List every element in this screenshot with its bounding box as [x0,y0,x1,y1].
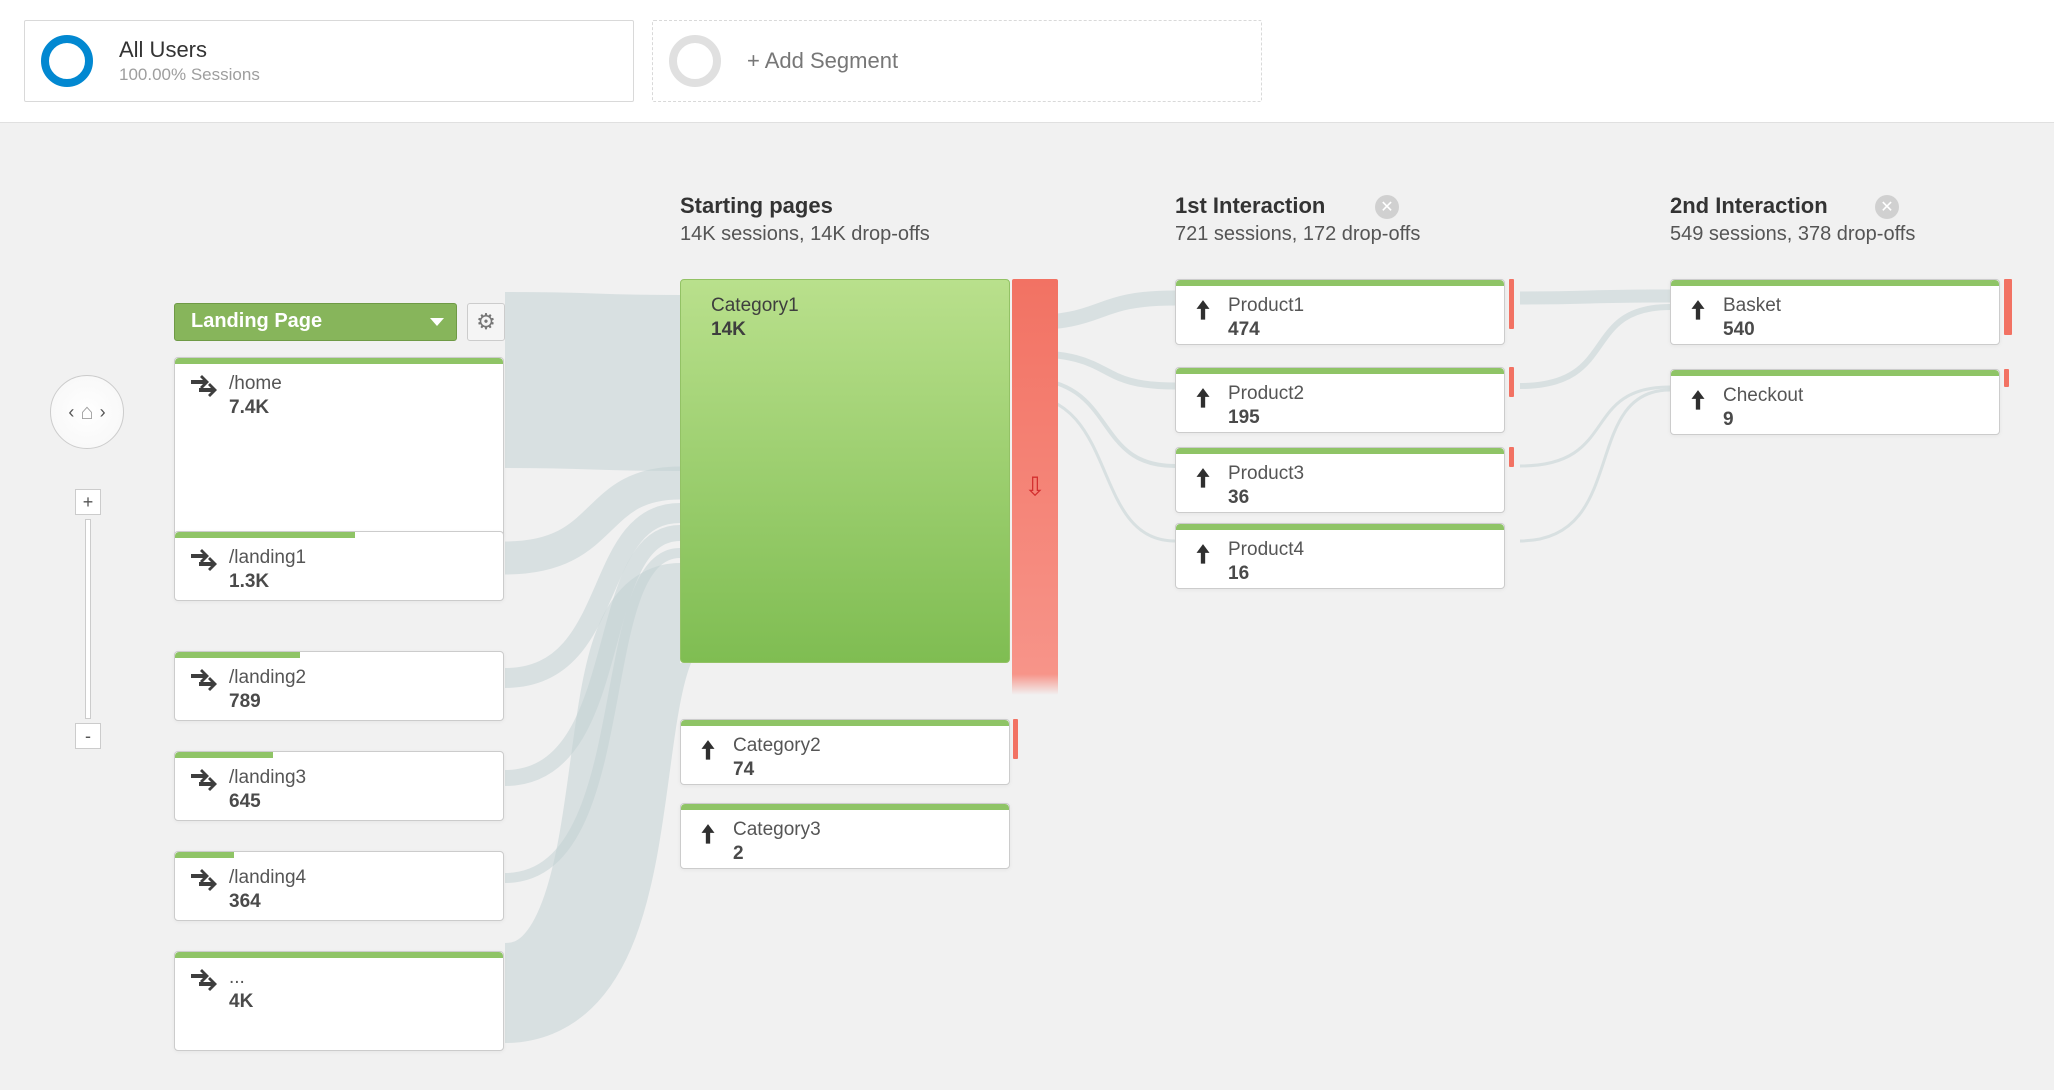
landing-node-home[interactable]: /home 7.4K [174,357,504,537]
node-label: Category3 [733,820,821,841]
start-node[interactable]: Category32 [680,803,1010,869]
dropoff-bar: ⇩ [1012,279,1058,695]
int1-node[interactable]: Product2195 [1175,367,1505,433]
zoom-slider[interactable]: + - [75,489,101,749]
column-header-int2: 2nd Interaction 549 sessions, 378 drop-o… [1670,193,1915,246]
node-value: 74 [733,759,821,781]
merge-icon [1685,386,1711,431]
merge-icon [1685,296,1711,341]
remove-column-button[interactable]: ✕ [1875,195,1899,219]
node-value: 364 [229,891,306,913]
add-segment-label: + Add Segment [747,48,898,74]
gear-icon: ⚙ [476,309,496,335]
node-value: 195 [1228,407,1304,429]
node-value: 2 [733,843,821,865]
merge-icon [695,820,721,865]
enter-icon [189,374,217,419]
int1-node[interactable]: Product1474 [1175,279,1505,345]
zoom-in-button[interactable]: + [75,489,101,515]
merge-icon [695,736,721,781]
enter-icon [189,548,217,593]
node-value: 1.3K [229,571,306,593]
merge-icon [1190,464,1216,509]
chevron-down-icon [430,318,444,326]
segment-title: All Users [119,37,260,63]
dropoff-arrow-icon: ⇩ [1024,472,1046,503]
segment-ring-icon [669,35,721,87]
merge-icon [1190,384,1216,429]
merge-icon [1190,540,1216,585]
node-label: Product2 [1228,384,1304,405]
node-value: 540 [1723,319,1781,341]
flow-canvas[interactable]: ‹ ⌂ › + - Landing Page ⚙ Starting pages … [0,122,2054,1090]
node-value: 9 [1723,409,1803,431]
node-value: 16 [1228,563,1304,585]
dropoff-slim [1509,279,1514,329]
node-label: ... [229,968,253,989]
pan-right-icon[interactable]: › [100,402,106,423]
dropoff-slim [2004,369,2009,387]
node-label: Product4 [1228,540,1304,561]
add-segment-button[interactable]: + Add Segment [652,20,1262,102]
node-value: 36 [1228,487,1304,509]
dropoff-slim [1509,447,1514,467]
enter-icon [189,868,217,913]
col-title: Starting pages [680,193,930,219]
landing-node[interactable]: /landing3645 [174,751,504,821]
remove-column-button[interactable]: ✕ [1375,195,1399,219]
start-node[interactable]: Category274 [680,719,1010,785]
settings-button[interactable]: ⚙ [467,303,505,341]
enter-icon [189,968,217,1013]
pan-left-icon[interactable]: ‹ [68,402,74,423]
col-subtitle: 549 sessions, 378 drop-offs [1670,223,1915,246]
segment-bar: All Users 100.00% Sessions + Add Segment [0,0,2054,122]
node-value: 474 [1228,319,1304,341]
enter-icon [189,768,217,813]
start-node-category1[interactable]: Category114K [680,279,1010,663]
merge-icon [1190,296,1216,341]
node-label: /landing1 [229,548,306,569]
zoom-out-button[interactable]: - [75,723,101,749]
node-value: 645 [229,791,306,813]
zoom-track[interactable] [85,519,91,719]
int1-node[interactable]: Product416 [1175,523,1505,589]
landing-node[interactable]: /landing2789 [174,651,504,721]
landing-node-other[interactable]: ...4K [174,951,504,1051]
node-label: Basket [1723,296,1781,317]
column-header-int1: 1st Interaction 721 sessions, 172 drop-o… [1175,193,1420,246]
dimension-label: Landing Page [191,310,322,332]
segment-subtitle: 100.00% Sessions [119,65,260,85]
col-subtitle: 721 sessions, 172 drop-offs [1175,223,1420,246]
column-header-start: Starting pages 14K sessions, 14K drop-of… [680,193,930,246]
pan-dial[interactable]: ‹ ⌂ › [50,375,124,449]
dimension-dropdown[interactable]: Landing Page [174,303,457,341]
node-value: 7.4K [229,397,282,419]
dropoff-slim [1509,367,1514,397]
node-value: 14K [711,319,799,341]
segment-all-users[interactable]: All Users 100.00% Sessions [24,20,634,102]
node-label: /landing2 [229,668,306,689]
node-label: Checkout [1723,386,1803,407]
node-value: 4K [229,991,253,1013]
col-subtitle: 14K sessions, 14K drop-offs [680,223,930,246]
landing-node[interactable]: /landing11.3K [174,531,504,601]
landing-node[interactable]: /landing4364 [174,851,504,921]
node-label: Category1 [711,296,799,317]
home-icon[interactable]: ⌂ [80,399,93,425]
node-label: Product1 [1228,296,1304,317]
node-value: 789 [229,691,306,713]
enter-icon [189,668,217,713]
node-label: Category2 [733,736,821,757]
node-label: /landing4 [229,868,306,889]
node-label: Product3 [1228,464,1304,485]
dropoff-slim [1013,719,1018,759]
dropoff-slim [2004,279,2012,335]
node-label: /landing3 [229,768,306,789]
int2-node[interactable]: Basket540 [1670,279,2000,345]
int1-node[interactable]: Product336 [1175,447,1505,513]
segment-ring-icon [41,35,93,87]
int2-node[interactable]: Checkout9 [1670,369,2000,435]
node-label: /home [229,374,282,395]
